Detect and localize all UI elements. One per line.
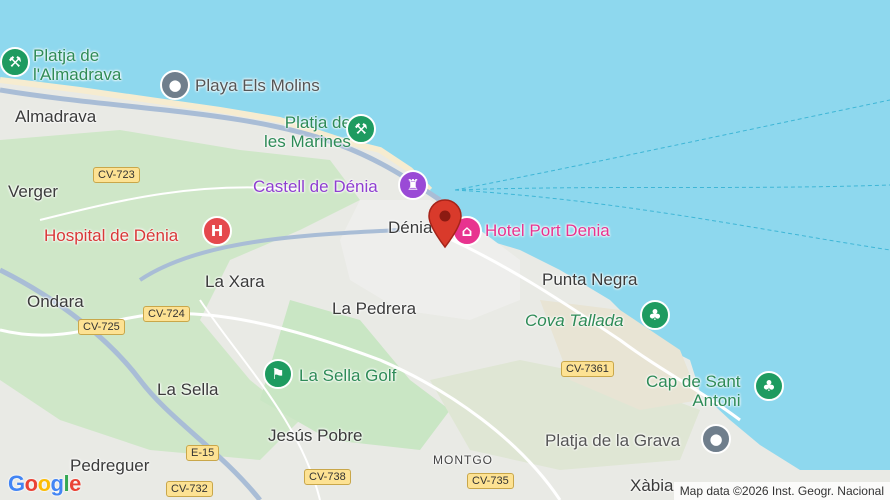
map-attribution[interactable]: Map data ©2026 Inst. Geogr. Nacional: [673, 482, 890, 500]
label-la-pedrera: La Pedrera: [332, 299, 417, 318]
label-la-xara: La Xara: [205, 272, 265, 291]
road-shield-cv7361: CV-7361: [561, 361, 614, 377]
place-icon[interactable]: ●: [701, 424, 731, 454]
label-platja-marines[interactable]: Platja de les Marines: [264, 113, 351, 151]
label-ondara: Ondara: [27, 292, 84, 311]
label-verger: Verger: [8, 182, 59, 201]
road-shield-e15: E-15: [186, 445, 220, 461]
road-shield-cv738: CV-738: [304, 469, 351, 485]
map-canvas[interactable]: [0, 0, 890, 500]
label-hotel[interactable]: Hotel Port Denia: [485, 221, 610, 240]
hospital-icon[interactable]: H: [202, 216, 232, 246]
label-denia: Dénia: [388, 218, 433, 237]
label-platja-grava[interactable]: Platja de la Grava: [545, 431, 680, 450]
road-shield-cv723: CV-723: [93, 167, 140, 183]
google-logo: Google: [8, 471, 81, 496]
road-shield-cv732: CV-732: [166, 481, 213, 497]
label-hospital[interactable]: Hospital de Dénia: [44, 226, 178, 245]
park-icon[interactable]: ♣: [640, 300, 670, 330]
label-playa-els-molins[interactable]: Playa Els Molins: [195, 76, 320, 95]
label-cova-tallada[interactable]: Cova Tallada: [525, 311, 624, 330]
label-la-sella-golf[interactable]: La Sella Golf: [299, 366, 396, 385]
beach-icon[interactable]: ⚒: [346, 114, 376, 144]
label-xabia: Xàbia: [630, 476, 674, 495]
label-almadrava: Almadrava: [15, 107, 97, 126]
road-shield-cv724: CV-724: [143, 306, 190, 322]
label-castell[interactable]: Castell de Dénia: [253, 177, 378, 196]
place-icon[interactable]: ●: [160, 70, 190, 100]
label-platja-almadrava[interactable]: Platja de l'Almadrava: [33, 46, 121, 84]
beach-icon[interactable]: ⚒: [0, 47, 30, 77]
label-punta-negra: Punta Negra: [542, 270, 638, 289]
location-pin-icon[interactable]: [427, 199, 463, 249]
label-pedreguer: Pedreguer: [70, 456, 150, 475]
castle-icon[interactable]: ♜: [398, 170, 428, 200]
label-la-sella: La Sella: [157, 380, 219, 399]
road-shield-cv725: CV-725: [78, 319, 125, 335]
road-shield-cv735: CV-735: [467, 473, 514, 489]
label-cap-sant-antoni[interactable]: Cap de Sant Antoni: [646, 372, 741, 410]
park-icon[interactable]: ♣: [754, 371, 784, 401]
label-montgo: MONTGO: [433, 453, 493, 467]
golf-icon[interactable]: ⚑: [263, 359, 293, 389]
label-jesus-pobre: Jesús Pobre: [268, 426, 363, 445]
